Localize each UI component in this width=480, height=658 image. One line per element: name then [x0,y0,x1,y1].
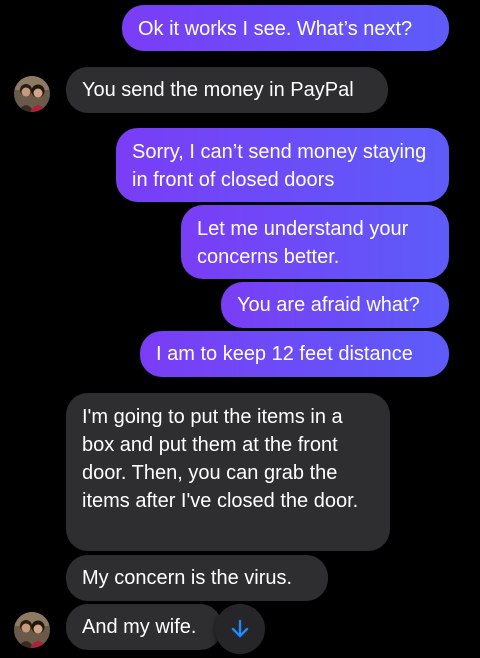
message-incoming[interactable]: My concern is the virus. [66,555,328,601]
message-text: My concern is the virus. [82,567,293,589]
message-outgoing[interactable]: Sorry, I can’t send money staying in fro… [116,128,449,202]
arrow-down-icon [231,619,249,638]
message-text: I'm going to put the items in a box and … [82,406,359,512]
contact-avatar-icon[interactable] [14,76,50,112]
message-text: I am to keep 12 feet distance [156,343,413,365]
chat-screen: { "colors": { "background": "#000000", "… [0,0,480,658]
message-text: Ok it works I see. What’s next? [138,18,413,40]
message-outgoing[interactable]: I am to keep 12 feet distance [140,331,449,377]
message-outgoing[interactable]: You are afraid what? [221,282,449,328]
contact-avatar-icon[interactable] [14,612,50,648]
message-text: Sorry, I can’t send money staying in fro… [132,141,427,191]
message-text: And my wife. [82,616,197,638]
message-incoming[interactable]: You send the money in PayPal [66,67,388,113]
message-incoming[interactable]: I'm going to put the items in a box and … [66,393,390,551]
message-text: You send the money in PayPal [82,79,354,101]
message-text: Let me understand your concerns better. [197,218,409,268]
message-outgoing[interactable]: Ok it works I see. What’s next? [122,5,449,51]
message-text: You are afraid what? [237,294,420,316]
message-incoming[interactable]: And my wife. [66,604,222,650]
message-outgoing[interactable]: Let me understand your concerns better. [181,205,449,279]
scroll-to-bottom-button[interactable] [215,604,265,654]
